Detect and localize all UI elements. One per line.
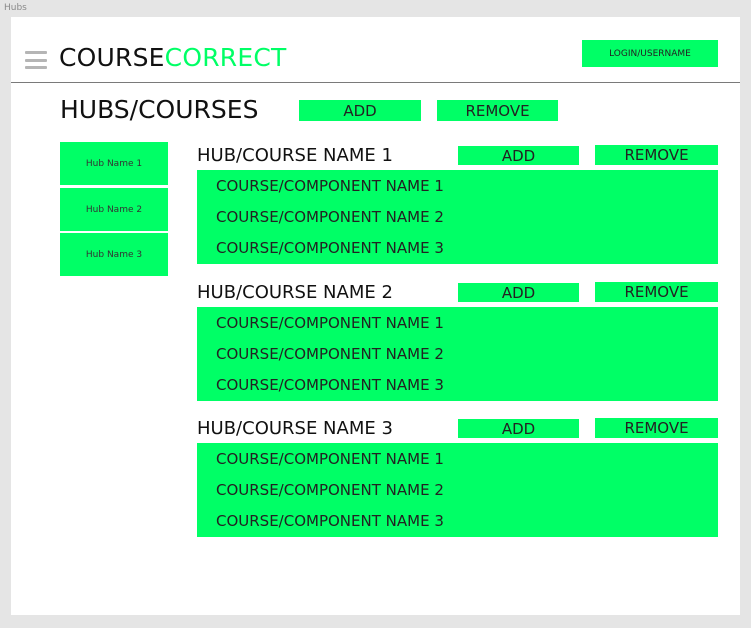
logo-text-course: COURSE [59,43,165,72]
course-item[interactable]: COURSE/COMPONENT NAME 1 [216,314,444,332]
remove-course-button[interactable]: REMOVE [595,418,718,438]
add-course-button[interactable]: ADD [458,283,579,302]
app-canvas: COURSECORRECT LOGIN/USERNAME HUBS/COURSE… [11,17,740,615]
course-list: COURSE/COMPONENT NAME 1 COURSE/COMPONENT… [197,307,718,401]
add-hub-button[interactable]: ADD [299,100,421,121]
top-header: COURSECORRECT LOGIN/USERNAME [11,17,740,83]
login-button[interactable]: LOGIN/USERNAME [582,40,718,67]
hub-title: HUB/COURSE NAME 3 [197,418,393,439]
course-item[interactable]: COURSE/COMPONENT NAME 3 [216,512,444,530]
sidebar-item-hub-2[interactable]: Hub Name 2 [60,188,168,231]
course-item[interactable]: COURSE/COMPONENT NAME 3 [216,239,444,257]
course-item[interactable]: COURSE/COMPONENT NAME 2 [216,481,444,499]
course-item[interactable]: COURSE/COMPONENT NAME 3 [216,376,444,394]
course-list: COURSE/COMPONENT NAME 1 COURSE/COMPONENT… [197,170,718,264]
remove-hub-button[interactable]: REMOVE [437,100,558,121]
add-course-button[interactable]: ADD [458,419,579,438]
frame-label: Hubs [4,3,27,13]
course-item[interactable]: COURSE/COMPONENT NAME 2 [216,208,444,226]
sidebar-item-hub-3[interactable]: Hub Name 3 [60,233,168,276]
logo-text-correct: CORRECT [164,43,287,72]
hub-title: HUB/COURSE NAME 1 [197,145,393,166]
page-title: HUBS/COURSES [60,95,259,124]
course-item[interactable]: COURSE/COMPONENT NAME 1 [216,177,444,195]
course-item[interactable]: COURSE/COMPONENT NAME 2 [216,345,444,363]
hamburger-menu-icon[interactable] [25,51,47,69]
remove-course-button[interactable]: REMOVE [595,282,718,302]
sidebar-item-hub-1[interactable]: Hub Name 1 [60,142,168,185]
course-list: COURSE/COMPONENT NAME 1 COURSE/COMPONENT… [197,443,718,537]
remove-course-button[interactable]: REMOVE [595,145,718,165]
add-course-button[interactable]: ADD [458,146,579,165]
course-item[interactable]: COURSE/COMPONENT NAME 1 [216,450,444,468]
hub-title: HUB/COURSE NAME 2 [197,282,393,303]
app-logo: COURSECORRECT [59,43,286,73]
